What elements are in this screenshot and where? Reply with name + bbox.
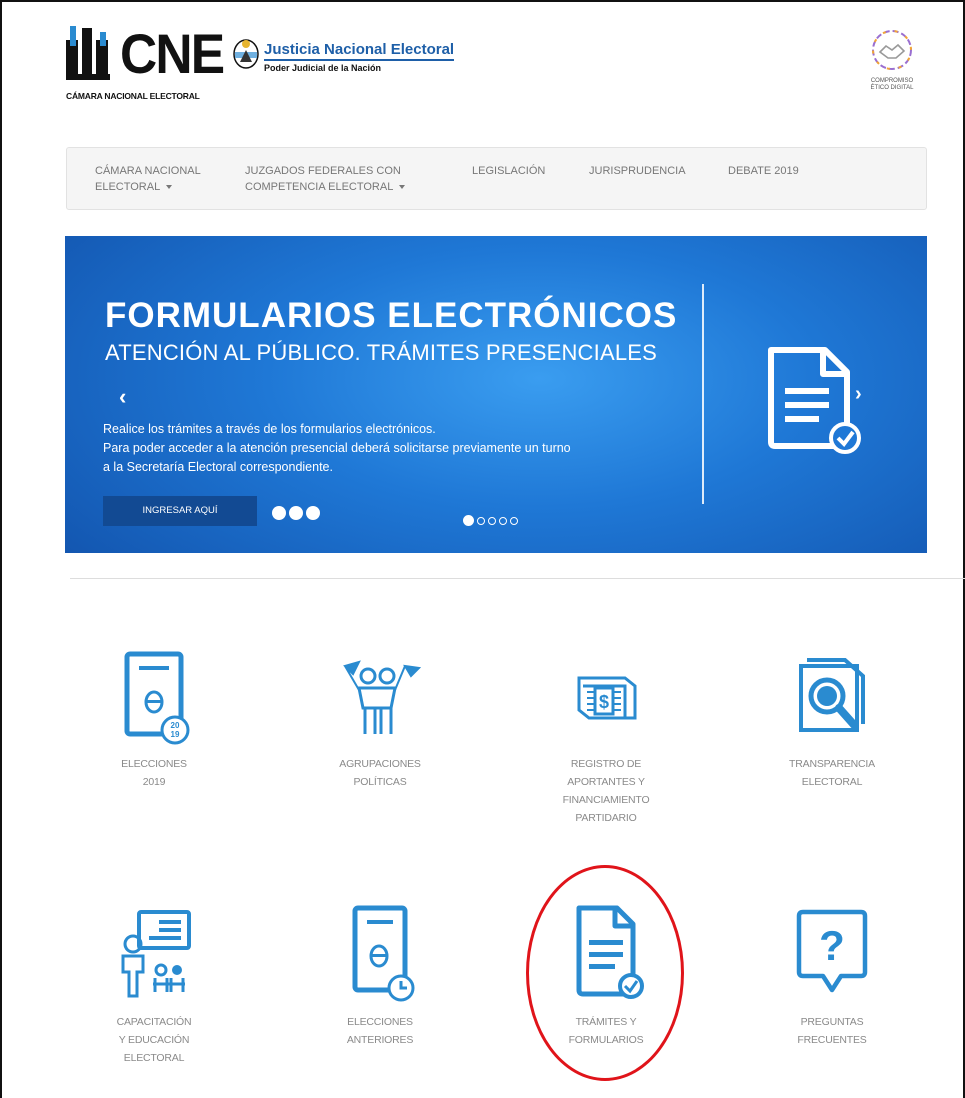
brand-logo[interactable]: CNE CÁMARA NACIONAL ELECTORAL Justicia N… xyxy=(66,22,466,104)
tile-label: FRECUENTES xyxy=(797,1033,867,1046)
justice-title: Justicia Nacional Electoral xyxy=(264,42,455,61)
carousel-prev-button[interactable]: ‹ xyxy=(119,386,126,408)
banner-divider xyxy=(702,284,704,504)
svg-text:?: ? xyxy=(819,922,845,969)
nav-label: COMPETENCIA ELECTORAL xyxy=(245,180,394,193)
tile-label: ELECCIONES xyxy=(347,1016,413,1028)
money-stack-icon: $ xyxy=(577,676,637,720)
tile-label: TRANSPARENCIA xyxy=(789,758,875,770)
nav-label: ELECTORAL xyxy=(95,180,161,193)
caret-down-icon xyxy=(399,185,406,190)
tile-label: PREGUNTAS xyxy=(800,1016,864,1028)
twitter-icon[interactable] xyxy=(272,506,286,520)
carousel-dot[interactable] xyxy=(499,516,507,525)
cne-mark-icon xyxy=(66,26,110,80)
tile-label: AGRUPACIONES xyxy=(339,758,421,770)
nav-item-jurisprudencia[interactable]: JURISPRUDENCIA xyxy=(589,164,686,180)
brand-subtitle: CÁMARA NACIONAL ELECTORAL xyxy=(66,91,200,101)
nav-item-camara[interactable]: CÁMARA NACIONAL ELECTORAL xyxy=(95,164,201,196)
tile-label: ELECCIONES xyxy=(121,758,187,770)
political-groups-icon xyxy=(343,660,422,734)
instagram-icon[interactable] xyxy=(306,506,320,520)
tile-label: POLÍTICAS xyxy=(353,775,407,788)
nav-item-juzgados[interactable]: JUZGADOS FEDERALES CON COMPETENCIA ELECT… xyxy=(245,164,406,196)
handshake-icon xyxy=(872,30,912,70)
national-seal-icon xyxy=(233,39,259,69)
tile-label: ANTERIORES xyxy=(346,1033,414,1046)
ballot-history-icon xyxy=(352,905,415,1002)
tile-elecciones-anteriores[interactable]: ELECCIONES ANTERIORES xyxy=(300,904,460,1050)
ingresar-button[interactable]: INGRESAR AQUÍ xyxy=(103,496,257,526)
justice-subtitle: Poder Judicial de la Nación xyxy=(264,63,382,73)
carousel-dot[interactable] xyxy=(477,516,485,525)
compromiso-etico-logo[interactable]: COMPROMISO ÉTICO DIGITAL xyxy=(860,28,924,92)
banner-title: FORMULARIOS ELECTRÓNICOS xyxy=(105,296,678,335)
magnifier-document-icon xyxy=(799,658,865,732)
ballot-2019-icon: 20 19 xyxy=(124,651,190,745)
tile-label: 2019 xyxy=(142,775,166,788)
svg-text:20: 20 xyxy=(171,721,180,730)
facebook-icon[interactable] xyxy=(289,506,303,520)
section-divider xyxy=(70,578,965,579)
compromiso-line1: COMPROMISO xyxy=(870,78,914,84)
nav-label: DEBATE 2019 xyxy=(728,165,799,177)
carousel-dot[interactable] xyxy=(510,516,518,525)
tile-label: APORTANTES Y xyxy=(567,775,645,788)
carousel-indicators xyxy=(463,512,521,530)
nav-label: JURISPRUDENCIA xyxy=(589,165,686,177)
nav-item-debate[interactable]: DEBATE 2019 xyxy=(728,164,799,180)
nav-label: JUZGADOS FEDERALES CON xyxy=(245,165,401,177)
banner-text-line: a la Secretaría Electoral correspondient… xyxy=(103,460,333,474)
tile-label: CAPACITACIÓN xyxy=(116,1016,192,1028)
hero-carousel[interactable]: FORMULARIOS ELECTRÓNICOS ATENCIÓN AL PÚB… xyxy=(65,236,927,553)
tile-label: FINANCIAMIENTO xyxy=(562,793,650,806)
carousel-next-button[interactable]: › xyxy=(855,384,862,404)
svg-text:$: $ xyxy=(599,692,609,712)
tile-label: REGISTRO DE xyxy=(570,758,642,770)
nav-label: LEGISLACIÓN xyxy=(472,165,546,177)
compromiso-line2: ÉTICO DIGITAL xyxy=(870,84,914,91)
caret-down-icon xyxy=(166,185,173,190)
nav-item-legislacion[interactable]: LEGISLACIÓN xyxy=(472,164,545,180)
main-nav: CÁMARA NACIONAL ELECTORAL JUZGADOS FEDER… xyxy=(66,147,927,210)
svg-text:19: 19 xyxy=(171,730,180,739)
tile-label: ELECTORAL xyxy=(801,775,863,788)
training-icon xyxy=(121,910,191,998)
tile-registro-aportantes[interactable]: $ REGISTRO DE APORTANTES Y FINANCIAMIENT… xyxy=(526,646,686,827)
carousel-dot[interactable] xyxy=(488,516,496,525)
question-bubble-icon: ? xyxy=(796,909,868,993)
banner-subtitle: ATENCIÓN AL PÚBLICO. TRÁMITES PRESENCIAL… xyxy=(105,340,658,365)
nav-label: CÁMARA NACIONAL xyxy=(95,165,201,177)
tile-elecciones-2019[interactable]: 20 19 ELECCIONES 2019 xyxy=(74,646,234,792)
tile-transparencia-electoral[interactable]: TRANSPARENCIA ELECTORAL xyxy=(752,646,912,792)
tile-agrupaciones-politicas[interactable]: AGRUPACIONES POLÍTICAS xyxy=(300,646,460,792)
tile-label: ELECTORAL xyxy=(123,1051,185,1064)
banner-text-line: Para poder acceder a la atención presenc… xyxy=(103,441,571,455)
tile-capacitacion[interactable]: CAPACITACIÓN Y EDUCACIÓN ELECTORAL xyxy=(74,904,234,1068)
brand-name: CNE xyxy=(120,22,225,85)
carousel-dot[interactable] xyxy=(463,515,474,527)
tile-label: Y EDUCACIÓN xyxy=(118,1033,190,1046)
highlight-circle xyxy=(526,865,684,1081)
tile-label: PARTIDARIO xyxy=(575,811,637,824)
banner-text-line: Realice los trámites a través de los for… xyxy=(103,422,436,436)
tile-preguntas-frecuentes[interactable]: ? PREGUNTAS FRECUENTES xyxy=(752,904,912,1050)
